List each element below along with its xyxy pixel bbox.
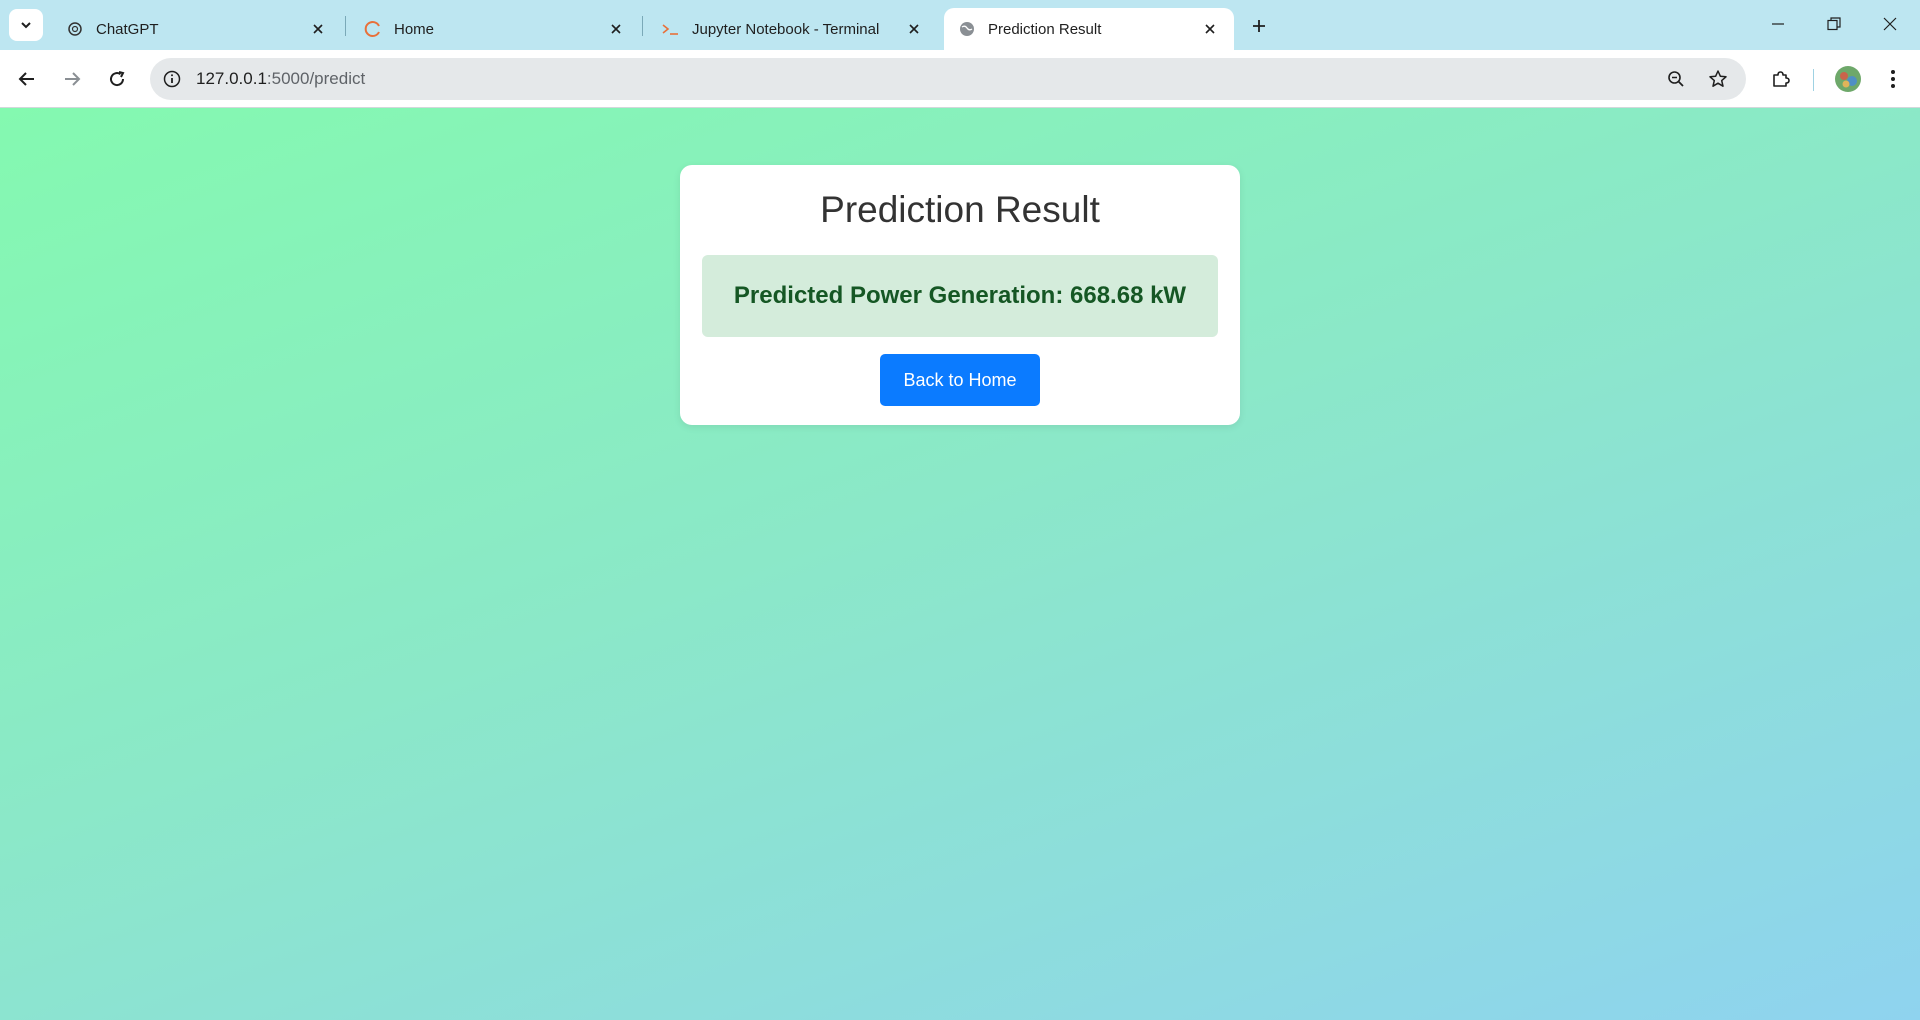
tab-home[interactable]: Home (350, 8, 640, 50)
menu-button[interactable] (1877, 63, 1909, 95)
restore-button[interactable] (1806, 0, 1862, 48)
bookmark-star-icon[interactable] (1702, 63, 1734, 95)
toolbar-divider (1813, 69, 1814, 91)
browser-toolbar: 127.0.0.1:5000/predict (0, 50, 1920, 108)
chevron-down-icon (21, 22, 31, 29)
puzzle-icon (1773, 71, 1790, 87)
browser-window: ChatGPT Home Jupyter Notebook - Terminal (0, 0, 1920, 1020)
tab-prediction-result[interactable]: Prediction Result (944, 8, 1234, 50)
close-window-button[interactable] (1862, 0, 1918, 48)
tab-title: Home (394, 20, 435, 38)
tab-separator (345, 16, 346, 36)
url-host: 127.0.0.1 (196, 69, 267, 88)
minimize-button[interactable] (1750, 0, 1806, 48)
result-card: Prediction Result Predicted Power Genera… (680, 165, 1240, 425)
profile-button[interactable] (1832, 63, 1864, 95)
prediction-result-text: Predicted Power Generation: 668.68 kW (733, 282, 1187, 309)
restore-icon (1827, 17, 1841, 31)
arrow-left-icon (18, 72, 34, 86)
close-icon[interactable] (1200, 19, 1220, 39)
terminal-icon (662, 20, 680, 38)
back-button[interactable] (11, 63, 43, 95)
back-to-home-button[interactable]: Back to Home (880, 354, 1040, 406)
close-icon[interactable] (606, 19, 626, 39)
url-text: 127.0.0.1:5000/predict (196, 69, 365, 89)
avatar (1835, 66, 1861, 92)
page-title: Prediction Result (820, 189, 1100, 230)
forward-button[interactable] (56, 63, 88, 95)
zoom-out-icon[interactable] (1660, 63, 1692, 95)
address-bar[interactable]: 127.0.0.1:5000/predict (150, 58, 1746, 100)
reload-button[interactable] (101, 63, 133, 95)
loading-spinner-icon (364, 20, 382, 38)
prediction-result-box: Predicted Power Generation: 668.68 kW (702, 255, 1218, 337)
extensions-button[interactable] (1765, 63, 1797, 95)
arrow-right-icon (65, 72, 81, 86)
tab-strip: ChatGPT Home Jupyter Notebook - Terminal (0, 0, 1920, 50)
tab-title: ChatGPT (96, 20, 159, 38)
close-icon (1883, 17, 1897, 31)
tab-title: Prediction Result (988, 20, 1102, 38)
globe-icon (958, 20, 976, 38)
tab-chatgpt[interactable]: ChatGPT (52, 8, 342, 50)
url-path: :5000/predict (266, 69, 366, 88)
minimize-icon (1772, 23, 1784, 25)
site-info-icon[interactable] (154, 61, 190, 97)
address-bar-actions (1660, 58, 1734, 100)
close-icon[interactable] (904, 19, 924, 39)
new-tab-button[interactable] (1245, 12, 1273, 40)
close-icon[interactable] (308, 19, 328, 39)
tab-separator (642, 16, 643, 36)
more-vert-icon (1891, 70, 1895, 88)
tab-search-button[interactable] (9, 9, 43, 41)
chatgpt-icon (66, 20, 84, 38)
plus-icon (1253, 20, 1265, 32)
tab-title: Jupyter Notebook - Terminal (692, 20, 880, 38)
reload-icon (110, 71, 125, 87)
page-content: Prediction Result Predicted Power Genera… (0, 108, 1920, 1020)
tab-jupyter-terminal[interactable]: Jupyter Notebook - Terminal (648, 8, 938, 50)
